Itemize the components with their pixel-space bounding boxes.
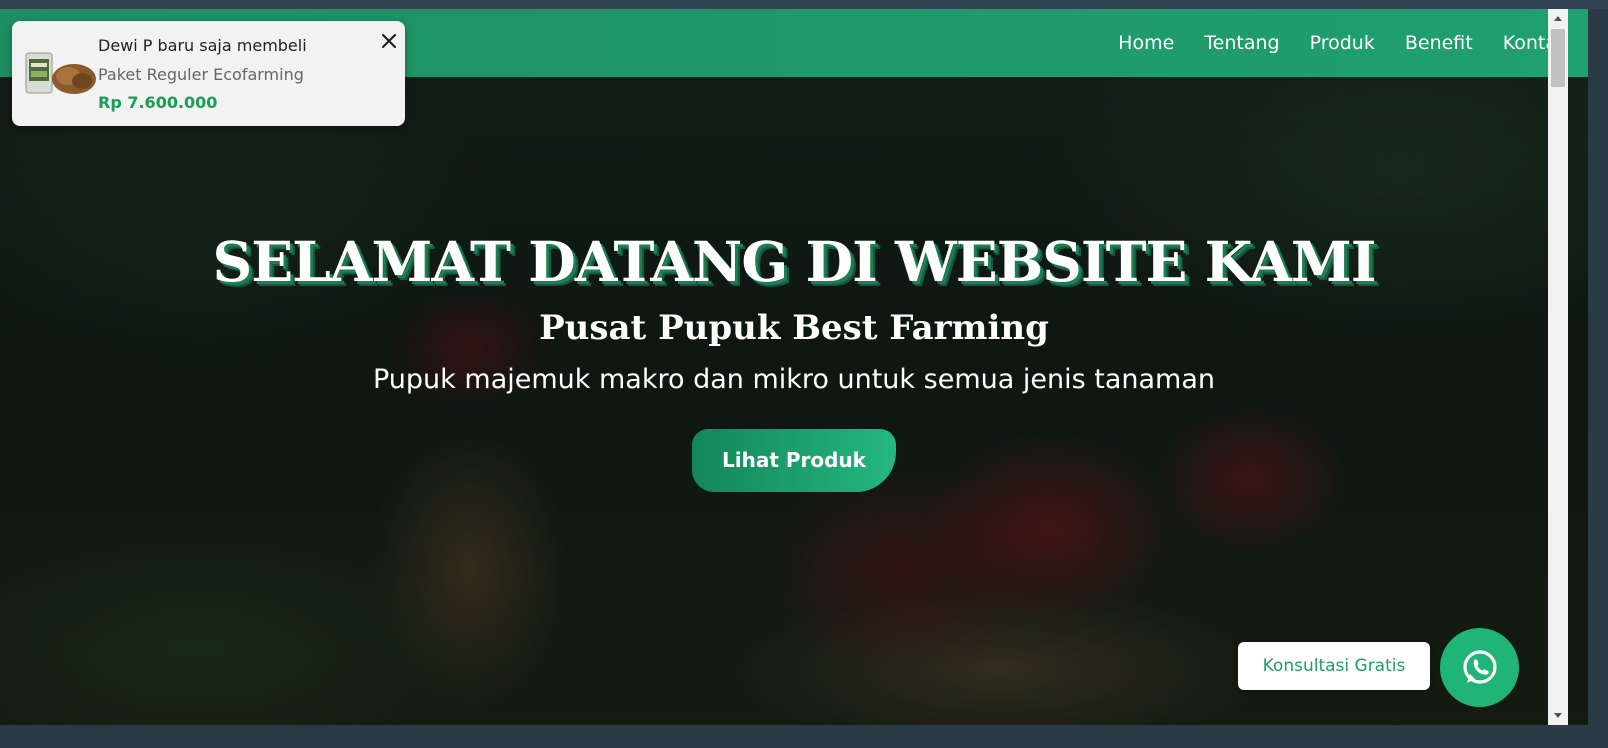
scroll-up-arrow-icon[interactable] xyxy=(1548,9,1568,29)
notification-product-name: Paket Reguler Ecofarming xyxy=(98,65,304,84)
nav-link-produk[interactable]: Produk xyxy=(1310,32,1375,54)
product-thumbnail xyxy=(25,52,96,94)
whatsapp-button[interactable] xyxy=(1440,628,1519,707)
consultation-bubble[interactable]: Konsultasi Gratis xyxy=(1238,642,1430,690)
nav-link-tentang[interactable]: Tentang xyxy=(1204,32,1279,54)
scrollbar-thumb[interactable] xyxy=(1551,29,1565,87)
notification-buyer-text: Dewi P baru saja membeli xyxy=(98,36,307,55)
nav-link-benefit[interactable]: Benefit xyxy=(1405,32,1473,54)
view-products-button[interactable]: Lihat Produk xyxy=(692,429,896,492)
hero-subtitle: Pusat Pupuk Best Farming xyxy=(539,308,1049,348)
vertical-scrollbar[interactable] xyxy=(1548,9,1568,725)
browser-bottom-edge xyxy=(0,725,1608,748)
purchase-notification: Dewi P baru saja membeli Paket Reguler E… xyxy=(12,21,405,126)
hero-description: Pupuk majemuk makro dan mikro untuk semu… xyxy=(373,364,1215,395)
hero-title: SELAMAT DATANG DI WEBSITE KAMI xyxy=(212,229,1376,294)
close-icon[interactable] xyxy=(379,31,399,51)
nav-link-home[interactable]: Home xyxy=(1118,32,1174,54)
nav-links: Home Tentang Produk Benefit Kontak xyxy=(1118,9,1568,77)
whatsapp-icon xyxy=(1462,649,1497,684)
scroll-down-arrow-icon[interactable] xyxy=(1548,705,1568,725)
browser-top-edge xyxy=(0,0,1608,9)
hero-content: SELAMAT DATANG DI WEBSITE KAMI Pusat Pup… xyxy=(0,229,1588,492)
notification-price: Rp 7.600.000 xyxy=(98,93,218,112)
